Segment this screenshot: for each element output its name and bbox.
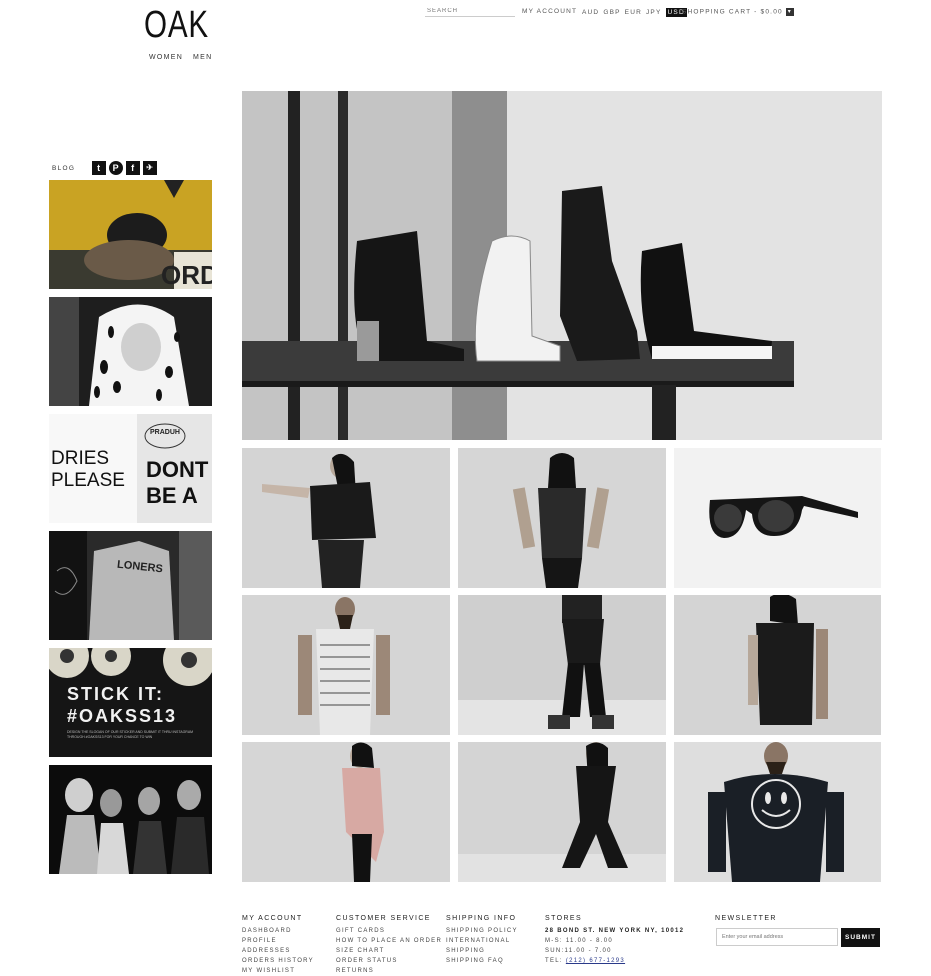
footer-col-account: MY ACCOUNT DASHBOARD PROFILE ADDRESSES O… (242, 915, 314, 976)
newsletter-email-input[interactable] (716, 928, 838, 946)
tile-text-right: DONT BE A (146, 457, 208, 509)
product-tile-5[interactable] (458, 595, 666, 735)
phone-label: TEL: (545, 958, 563, 964)
tile-line: DRIES (51, 448, 110, 469)
facebook-icon[interactable]: f (126, 161, 141, 175)
footer-link-returns[interactable]: RETURNS (336, 966, 442, 976)
blog-tile-stickit[interactable]: STICK IT: #OAKSS13 DESIGN THE SLOGAN OF … (49, 648, 212, 757)
product-tile-1[interactable] (242, 448, 450, 588)
twitter-icon[interactable]: ✈ (143, 161, 158, 175)
hero-image-boots (242, 91, 882, 440)
blog-tile-shirts[interactable]: PRADUH DRIES PLEASE DONT BE A (49, 414, 212, 523)
tile-stamp: PRADUH (150, 429, 180, 436)
newsletter-heading: NEWSLETTER (715, 915, 777, 922)
blog-photo-crowd (49, 765, 212, 874)
currency-gbp[interactable]: GBP (603, 9, 620, 16)
footer-link-gift-cards[interactable]: GIFT CARDS (336, 926, 442, 936)
tumblr-icon[interactable]: t (92, 161, 107, 175)
footer-heading: MY ACCOUNT (242, 915, 303, 922)
footer-link-shipping-faq[interactable]: SHIPPING FAQ (446, 956, 518, 966)
store-address: 28 BOND ST. NEW YORK NY, 10012 (545, 928, 685, 934)
phone-link[interactable]: (212) 677-1293 (566, 958, 625, 964)
my-account-link[interactable]: MY ACCOUNT (522, 8, 577, 15)
currency-aud[interactable]: AUD (582, 9, 599, 16)
search-input[interactable] (425, 6, 515, 17)
product-photo (458, 742, 666, 882)
tile-text: ORD (161, 260, 212, 289)
product-tile-6[interactable] (674, 595, 881, 735)
tile-hashtag: #OAKSS13 (67, 706, 178, 726)
store-phone: TEL: (212) 677-1293 (545, 956, 684, 966)
footer-heading: STORES (545, 915, 583, 922)
footer-link-wishlist[interactable]: MY WISHLIST (242, 966, 314, 976)
footer-link-how-to-order[interactable]: HOW TO PLACE AN ORDER (336, 936, 442, 946)
footer-col-shipping: SHIPPING INFO SHIPPING POLICY INTERNATIO… (446, 915, 518, 966)
footer-link-addresses[interactable]: ADDRESSES (242, 946, 314, 956)
footer-col-stores: STORES 28 BOND ST. NEW YORK NY, 10012 M-… (545, 915, 684, 966)
product-tile-4[interactable] (242, 595, 450, 735)
product-photo (242, 742, 450, 882)
tile-text-left: DRIES PLEASE (51, 448, 125, 492)
tile-title: STICK IT: (67, 684, 164, 704)
hero-banner[interactable] (242, 91, 882, 440)
tile-line: BE A (146, 483, 198, 508)
footer-heading: SHIPPING INFO (446, 915, 517, 922)
footer-link-shipping-policy[interactable]: SHIPPING POLICY (446, 926, 518, 936)
footer-link-dashboard[interactable]: DASHBOARD (242, 926, 314, 936)
product-photo (674, 595, 881, 735)
tile-line: DONT (146, 457, 209, 482)
product-photo (242, 595, 450, 735)
footer-link-international[interactable]: INTERNATIONAL (446, 936, 518, 946)
nav-men[interactable]: MEN (193, 54, 212, 61)
pinterest-icon[interactable]: P (109, 161, 124, 175)
cart-label: SHOPPING CART - $0.00 (682, 8, 783, 16)
product-photo (242, 448, 450, 588)
blog-label[interactable]: BLOG (52, 165, 75, 172)
product-photo (458, 595, 666, 735)
blog-tile-jacket[interactable]: LONERS (49, 531, 212, 640)
currency-eur[interactable]: EUR (625, 9, 642, 16)
store-hours-sunday: SUN:11.00 - 7.00 (545, 948, 612, 954)
product-tile-7[interactable] (242, 742, 450, 882)
shopping-cart[interactable]: SHOPPING CART - $0.00 ▾ (682, 8, 794, 16)
footer-col-customer-service: CUSTOMER SERVICE GIFT CARDS HOW TO PLACE… (336, 915, 442, 976)
currency-switcher: AUD GBP EUR JPY USD (582, 8, 691, 17)
footer-link-order-status[interactable]: ORDER STATUS (336, 956, 442, 966)
nav-women[interactable]: WOMEN (149, 54, 183, 61)
product-tile-2[interactable] (458, 448, 666, 588)
product-photo-sunglasses (674, 448, 881, 588)
blog-photo-hood (49, 297, 212, 406)
footer-link-orders-history[interactable]: ORDERS HISTORY (242, 956, 314, 966)
product-tile-3[interactable] (674, 448, 881, 588)
product-photo (458, 448, 666, 588)
blog-photo-jacket (49, 531, 212, 640)
footer-link-shipping[interactable]: SHIPPING (446, 946, 518, 956)
product-tile-8[interactable] (458, 742, 666, 882)
store-hours-weekday: M-S: 11.00 - 8.00 (545, 938, 614, 944)
footer-link-profile[interactable]: PROFILE (242, 936, 314, 946)
footer-heading: CUSTOMER SERVICE (336, 915, 431, 922)
footer-link-size-chart[interactable]: SIZE CHART (336, 946, 442, 956)
product-photo-sweatshirt (674, 742, 881, 882)
blog-tile-hood[interactable] (49, 297, 212, 406)
product-tile-9[interactable] (674, 742, 881, 882)
tile-line: PLEASE (51, 470, 125, 491)
cart-dropdown-icon[interactable]: ▾ (785, 8, 794, 16)
site-logo[interactable]: OAK (144, 4, 209, 47)
newsletter-submit-button[interactable]: SUBMIT (841, 928, 880, 947)
blog-tile-cap[interactable]: ORD (49, 180, 212, 289)
tile-fine-print: DESIGN THE SLOGAN OF OUR STICKER AND SUB… (67, 730, 194, 739)
currency-jpy[interactable]: JPY (646, 9, 662, 16)
blog-tile-crowd[interactable] (49, 765, 212, 874)
blog-social-row: BLOG t P f ✈ (52, 161, 158, 175)
